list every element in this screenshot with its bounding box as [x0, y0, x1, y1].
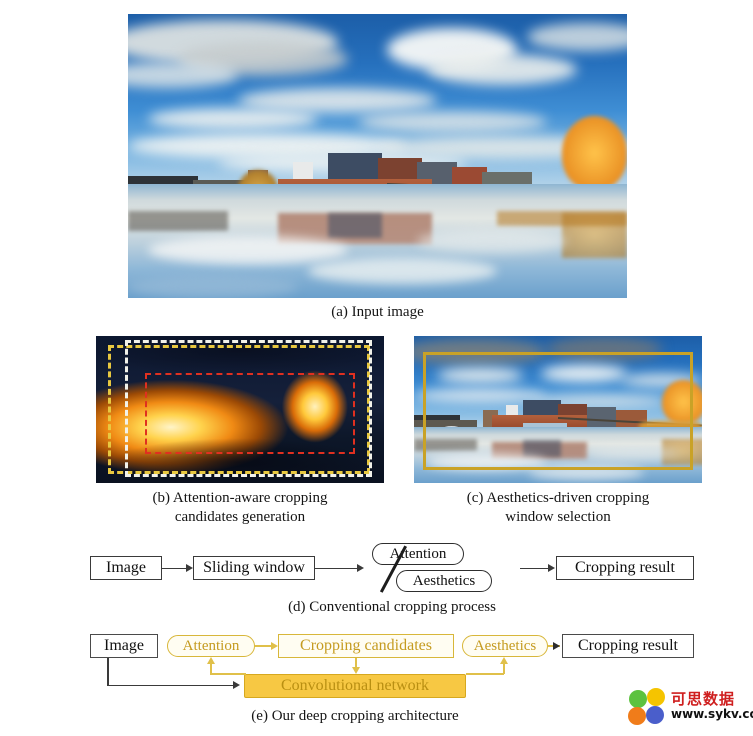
attention-panel [96, 336, 384, 483]
caption-c: (c) Aesthetics-driven cropping window se… [404, 489, 712, 527]
cloud [357, 110, 548, 134]
watermark-text-cn: 可思数据 [671, 690, 736, 708]
node-d-result[interactable]: Cropping result [556, 556, 694, 580]
arrowhead [548, 563, 555, 572]
watermark-petal-orange [628, 707, 646, 725]
water-cloud-reflection [417, 229, 568, 253]
water-cloud-reflection [147, 235, 348, 264]
caption-b: (b) Attention-aware cropping candidates … [86, 489, 394, 527]
caption-b-line1: (b) Attention-aware cropping [152, 490, 328, 506]
edge-convnet-to-aesthetics-h [466, 673, 504, 675]
watermark-petal-green [629, 690, 647, 708]
water-cloud-reflection [128, 275, 298, 298]
node-d-aesthetics[interactable]: Aesthetics [396, 570, 492, 592]
caption-d: (d) Conventional cropping process [288, 599, 496, 615]
watermark-url-text: www.sykv.com [671, 707, 753, 721]
edge-convnet-to-attention-h [210, 673, 246, 675]
edge-sliding-to-decision [315, 567, 357, 569]
node-e-convnet[interactable]: Convolutional network [244, 674, 466, 698]
autumn-tree [562, 116, 627, 191]
watermark-petal-blue [646, 706, 664, 724]
edge-image-down [107, 658, 109, 686]
node-e-result[interactable]: Cropping result [562, 634, 694, 658]
arrowhead [553, 641, 560, 650]
edge-convnet-to-aesthetics-v [503, 664, 505, 674]
aesthetics-panel [414, 336, 702, 483]
cloud [427, 53, 578, 85]
selected-cropping-window [422, 352, 694, 470]
reflection [497, 211, 627, 226]
arrowhead [499, 657, 508, 664]
node-e-attention[interactable]: Attention [167, 635, 255, 657]
arrowhead [357, 563, 364, 572]
caption-a: (a) Input image [331, 304, 424, 320]
node-e-image[interactable]: Image [90, 634, 158, 658]
node-d-attention[interactable]: Attention [372, 543, 464, 565]
arrowhead [206, 657, 215, 664]
node-d-image[interactable]: Image [90, 556, 162, 580]
reflection [327, 212, 383, 239]
arrowhead [271, 641, 278, 650]
input-image-figure [128, 14, 627, 298]
caption-b-line2: candidates generation [174, 509, 306, 525]
node-e-aesthetics[interactable]: Aesthetics [462, 635, 548, 657]
edge-image-to-sliding [162, 567, 186, 569]
edge-image-to-convnet [107, 684, 233, 687]
edge-attention-to-candidates [255, 645, 271, 647]
caption-c-line1: (c) Aesthetics-driven cropping [466, 490, 650, 506]
reflection [128, 211, 228, 232]
caption-c-line2: window selection [505, 509, 611, 525]
edge-decision-to-result [520, 567, 548, 569]
arrowhead [351, 667, 360, 674]
node-d-sliding-window[interactable]: Sliding window [193, 556, 315, 580]
water-cloud-reflection [307, 258, 498, 284]
watermark: 可思数据 www.sykv.com [627, 688, 753, 734]
watermark-petal-yellow [647, 688, 665, 706]
edge-convnet-to-attention-v [210, 664, 212, 674]
arrowhead [233, 681, 240, 689]
arrowhead [186, 563, 193, 572]
caption-e: (e) Our deep cropping architecture [251, 708, 459, 724]
node-e-candidates[interactable]: Cropping candidates [278, 634, 454, 658]
candidate-box-red [144, 372, 356, 454]
